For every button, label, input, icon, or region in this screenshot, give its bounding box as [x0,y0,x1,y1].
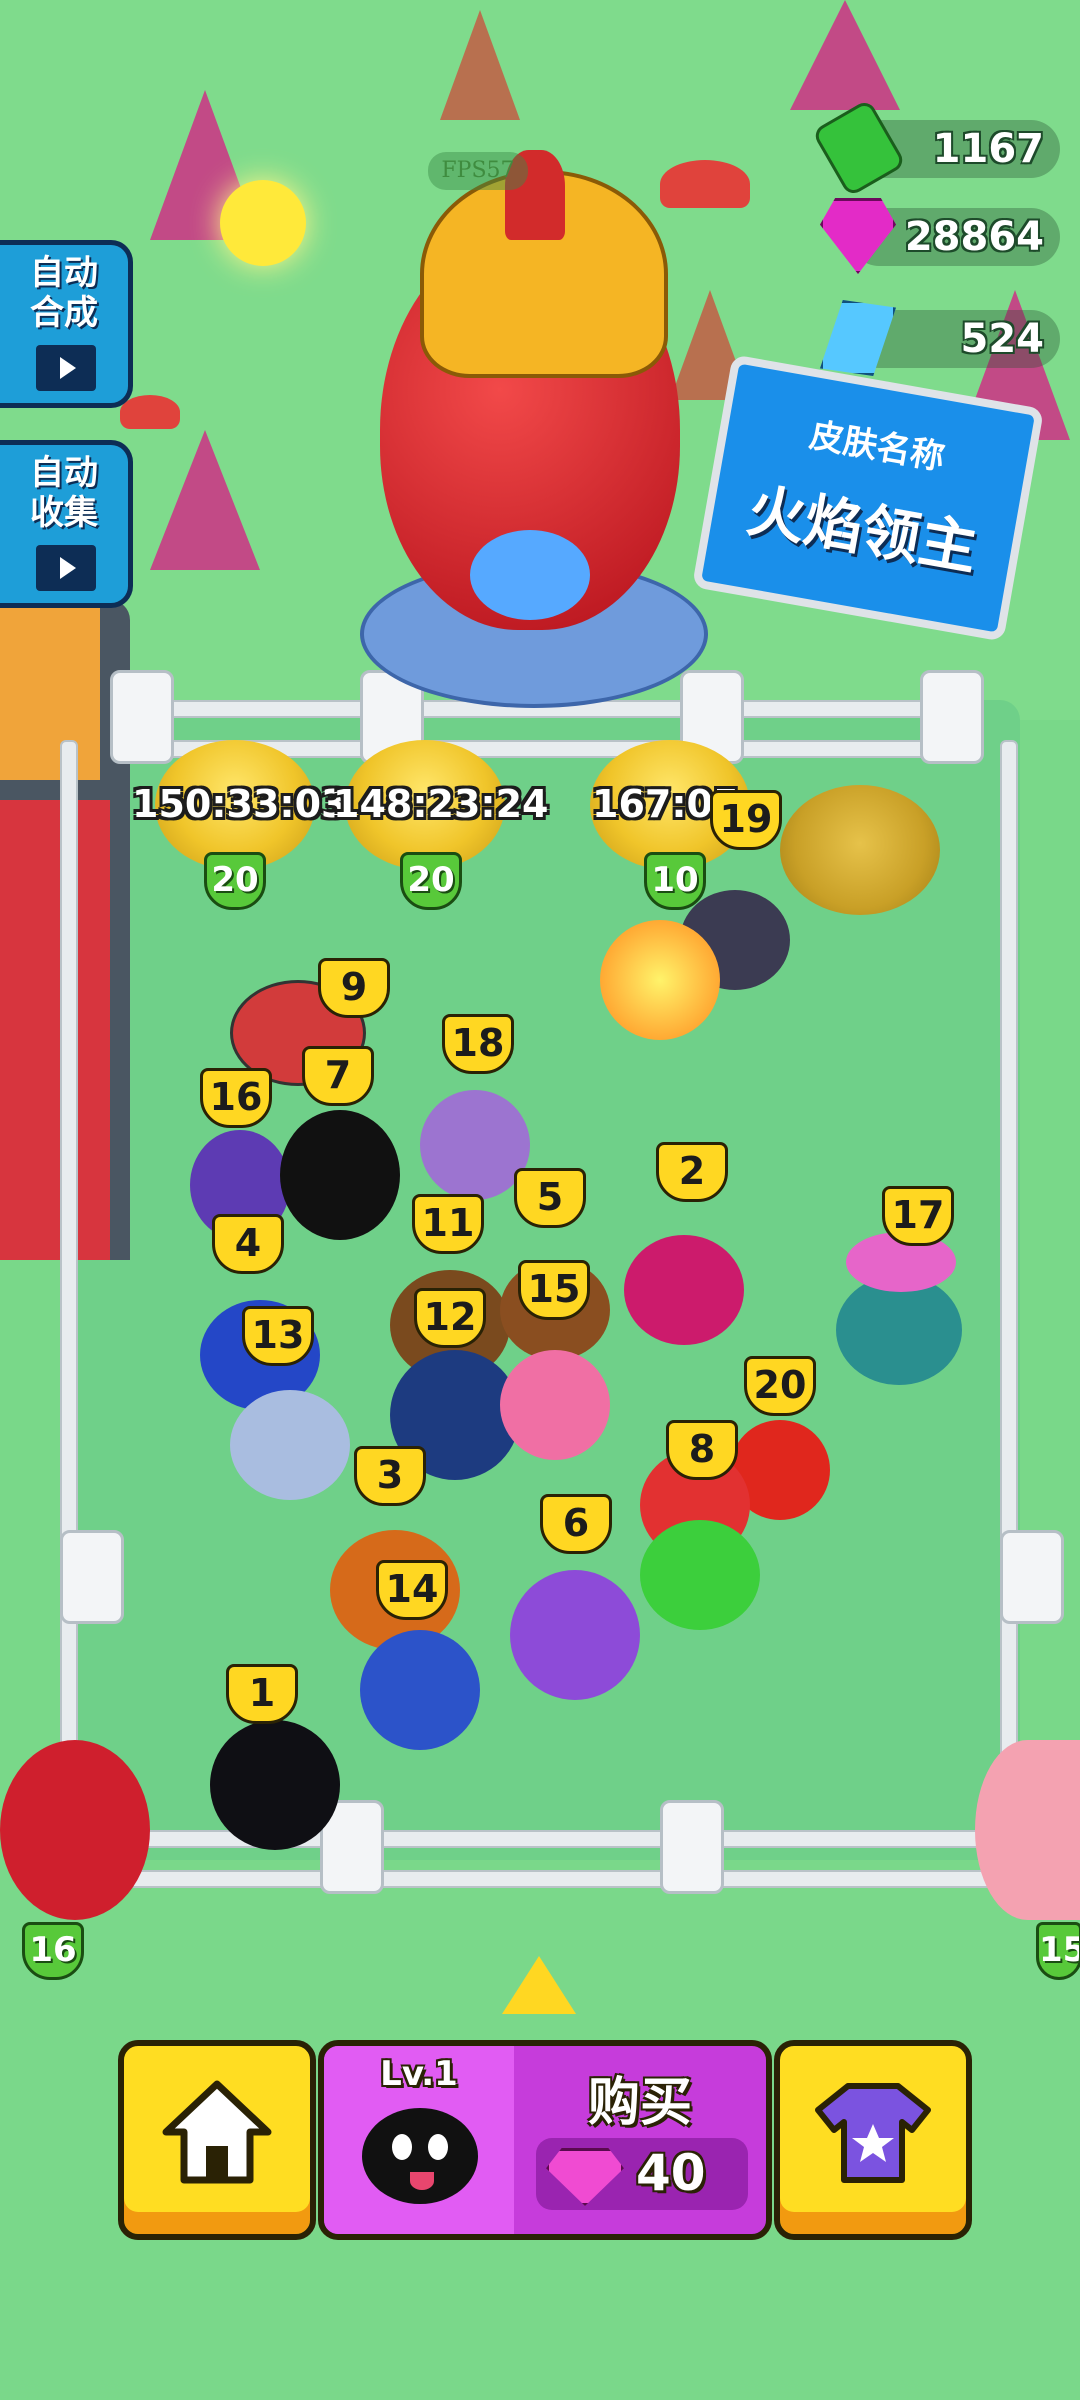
creature-angel[interactable] [230,1390,350,1500]
fence-rail [1000,740,1018,1844]
creature-level-badge: 19 [710,790,782,850]
buy-preview-panel: Lv.1 [324,2046,514,2234]
creature[interactable] [640,1520,760,1630]
creature-edge-right[interactable] [975,1740,1080,1920]
creature-level-badge: 18 [442,1014,514,1074]
barn-red-wall [0,800,110,1260]
fence-post [660,1800,724,1894]
creature-level-badge: 3 [354,1446,426,1506]
nest-level-badge: 20 [204,852,266,910]
creature-level-badge: 12 [414,1288,486,1348]
fence-rail [60,740,78,1844]
auto-collect-label: 自动 收集 [30,453,98,533]
gem-counter: 28864 [820,198,1060,274]
nest-level-badge: 10 [644,852,706,910]
nest-timer: 148:23:24 [333,782,549,826]
creature-level-badge: 11 [412,1194,484,1254]
creature-level-badge: 13 [242,1306,314,1366]
fence-post [1000,1530,1064,1624]
fps-counter: FPS57 [428,152,528,190]
creature-skull[interactable] [280,1110,400,1240]
edge-creature-level-badge: 15 [1036,1922,1080,1980]
creature-level-badge: 9 [318,958,390,1018]
home-icon [162,2080,272,2184]
home-button[interactable] [118,2040,316,2240]
video-ad-icon [36,545,96,591]
creature-bomb[interactable] [210,1720,340,1850]
fence-post [920,670,984,764]
crystal-value: 524 [960,316,1045,362]
auto-merge-button[interactable]: 自动 合成 [0,240,133,408]
tower-decoration [0,580,100,780]
creature-edge-left[interactable] [0,1740,150,1920]
cash-counter: 1167 [811,98,1060,198]
mushroom-decoration [660,160,750,208]
fence-rail [120,1870,994,1888]
creature-preview-icon [362,2108,478,2204]
skin-shop-button[interactable] [774,2040,972,2240]
pink-gem-icon [546,2148,624,2206]
creature-level-badge: 20 [744,1356,816,1416]
auto-merge-label: 自动 合成 [30,253,98,333]
creature[interactable] [360,1630,480,1750]
creature-bat[interactable] [510,1570,640,1700]
gem-value: 28864 [904,214,1044,260]
nest-level-badge: 20 [400,852,462,910]
mushroom-decoration [120,395,180,429]
buy-label: 购买 [587,2073,692,2133]
creature-level-badge: 17 [882,1186,954,1246]
creature[interactable] [500,1350,610,1460]
shirt-icon [815,2083,931,2183]
creature-level-badge: 15 [518,1260,590,1320]
creature-level-badge: 1 [226,1664,298,1724]
creature-level-badge: 6 [540,1494,612,1554]
creature-level-badge: 5 [514,1168,586,1228]
buy-creature-button[interactable]: Lv.1 购买 40 [318,2040,772,2240]
creature-level-badge: 4 [212,1214,284,1274]
crystal-counter: 524 [820,300,1060,376]
buy-price: 40 [636,2144,706,2202]
sun-orb-decoration [220,180,306,266]
empty-nest[interactable] [780,785,940,915]
creature-fire[interactable] [600,920,720,1040]
creature-level-badge: 7 [302,1046,374,1106]
creature-level-badge: 14 [376,1560,448,1620]
boss-star-orb [470,530,590,620]
creature-level-badge: 16 [200,1068,272,1128]
price-tag: 40 [536,2138,748,2210]
nest-timer: 150:33:03 [132,782,348,826]
fence-post [60,1530,124,1624]
buy-level-label: Lv.1 [380,2054,458,2094]
video-ad-icon [36,345,96,391]
edge-creature-level-badge: 16 [22,1922,84,1980]
auto-collect-button[interactable]: 自动 收集 [0,440,133,608]
creature-level-badge: 8 [666,1420,738,1480]
creature[interactable] [624,1235,744,1345]
creature-level-badge: 2 [656,1142,728,1202]
fence-post [110,670,174,764]
cash-value: 1167 [932,126,1044,172]
